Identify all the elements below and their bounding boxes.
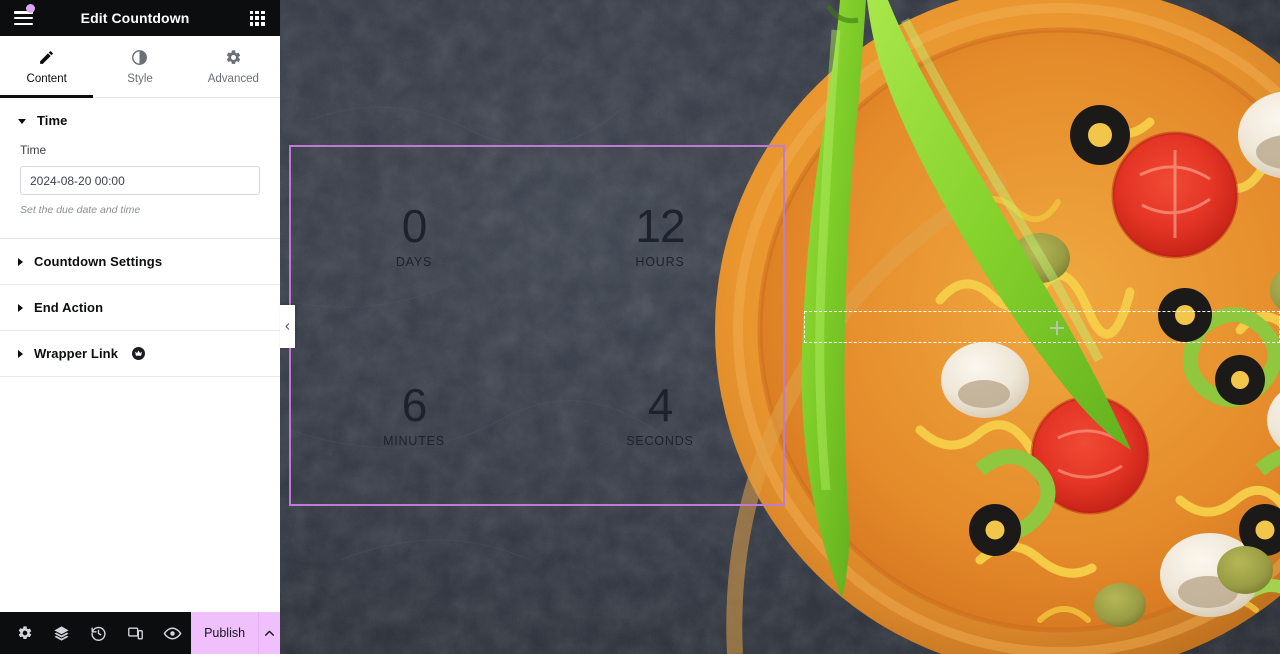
section-end-action: End Action (0, 285, 280, 331)
publish-button[interactable]: Publish (191, 612, 259, 654)
panel-footer: Publish (0, 612, 280, 654)
countdown-days-value: 0 (401, 200, 428, 253)
section-countdown-settings-title: Countdown Settings (34, 254, 163, 269)
tab-advanced[interactable]: Advanced (187, 36, 280, 97)
footer-icon-group (0, 612, 191, 654)
section-time: Time Time Set the due date and time (0, 98, 280, 239)
caret-right-icon (18, 257, 23, 266)
caret-down-icon (18, 119, 26, 124)
editor-canvas[interactable]: 0 DAYS 12 HOURS 6 MINUTES 4 SECONDS (280, 0, 1280, 654)
countdown-seconds-value: 4 (647, 378, 674, 431)
navigator-layers-icon[interactable] (43, 612, 80, 654)
element-dropzone[interactable] (804, 311, 1280, 343)
caret-right-icon (18, 349, 23, 358)
tab-content-label: Content (26, 72, 67, 85)
preview-eye-icon[interactable] (154, 612, 191, 654)
countdown-hours-value: 12 (635, 200, 685, 253)
editor-panel: Edit Countdown Content Style Advanced Ti… (0, 0, 280, 654)
countdown-minutes-label: MINUTES (383, 433, 445, 448)
tab-advanced-label: Advanced (207, 72, 259, 85)
section-wrapper-link-title: Wrapper Link (34, 346, 119, 361)
notification-dot (26, 4, 35, 13)
countdown-widget[interactable]: 0 DAYS 12 HOURS 6 MINUTES 4 SECONDS (289, 145, 785, 506)
panel-header: Edit Countdown (0, 0, 280, 36)
countdown-days-label: DAYS (395, 255, 433, 270)
section-wrapper-link-header[interactable]: Wrapper Link (0, 331, 280, 376)
tab-style-label: Style (127, 72, 153, 85)
section-wrapper-link: Wrapper Link (0, 331, 280, 377)
pencil-icon (38, 49, 55, 66)
section-end-action-header[interactable]: End Action (0, 285, 280, 330)
countdown-hours-label: HOURS (635, 255, 685, 270)
countdown-item-days: 0 DAYS (291, 147, 537, 326)
gear-icon (225, 49, 242, 66)
time-field-label: Time (20, 143, 47, 157)
section-time-content: Time Set the due date and time (0, 143, 280, 238)
caret-right-icon (18, 303, 23, 312)
section-time-title: Time (37, 113, 68, 128)
contrast-circle-icon (131, 49, 148, 66)
add-plus-icon[interactable] (1050, 321, 1064, 335)
pro-badge-icon (132, 347, 146, 360)
history-clock-icon[interactable] (80, 612, 117, 654)
widgets-grid-icon[interactable] (234, 0, 280, 36)
elementor-editor: 0 DAYS 12 HOURS 6 MINUTES 4 SECONDS Edit… (0, 0, 1280, 654)
countdown-item-seconds: 4 SECONDS (537, 326, 783, 505)
countdown-item-hours: 12 HOURS (537, 147, 783, 326)
panel-body: Time Time Set the due date and time Coun… (0, 98, 280, 612)
panel-collapse-handle[interactable] (280, 305, 295, 348)
time-field-hint: Set the due date and time (20, 204, 141, 216)
section-end-action-title: End Action (34, 300, 104, 315)
time-input[interactable] (20, 166, 260, 195)
chevron-up-icon[interactable] (258, 612, 280, 654)
panel-tabs: Content Style Advanced (0, 36, 280, 98)
responsive-mode-icon[interactable] (117, 612, 154, 654)
countdown-item-minutes: 6 MINUTES (291, 326, 537, 505)
countdown-minutes-value: 6 (401, 378, 428, 431)
section-countdown-settings-header[interactable]: Countdown Settings (0, 239, 280, 284)
tab-content[interactable]: Content (0, 36, 94, 98)
countdown-seconds-label: SECONDS (626, 433, 694, 448)
section-countdown-settings: Countdown Settings (0, 239, 280, 285)
page-title: Edit Countdown (80, 10, 190, 26)
hamburger-menu-icon[interactable] (0, 0, 46, 36)
section-time-header[interactable]: Time (0, 98, 280, 143)
settings-gear-icon[interactable] (6, 612, 43, 654)
tab-style[interactable]: Style (93, 36, 186, 97)
